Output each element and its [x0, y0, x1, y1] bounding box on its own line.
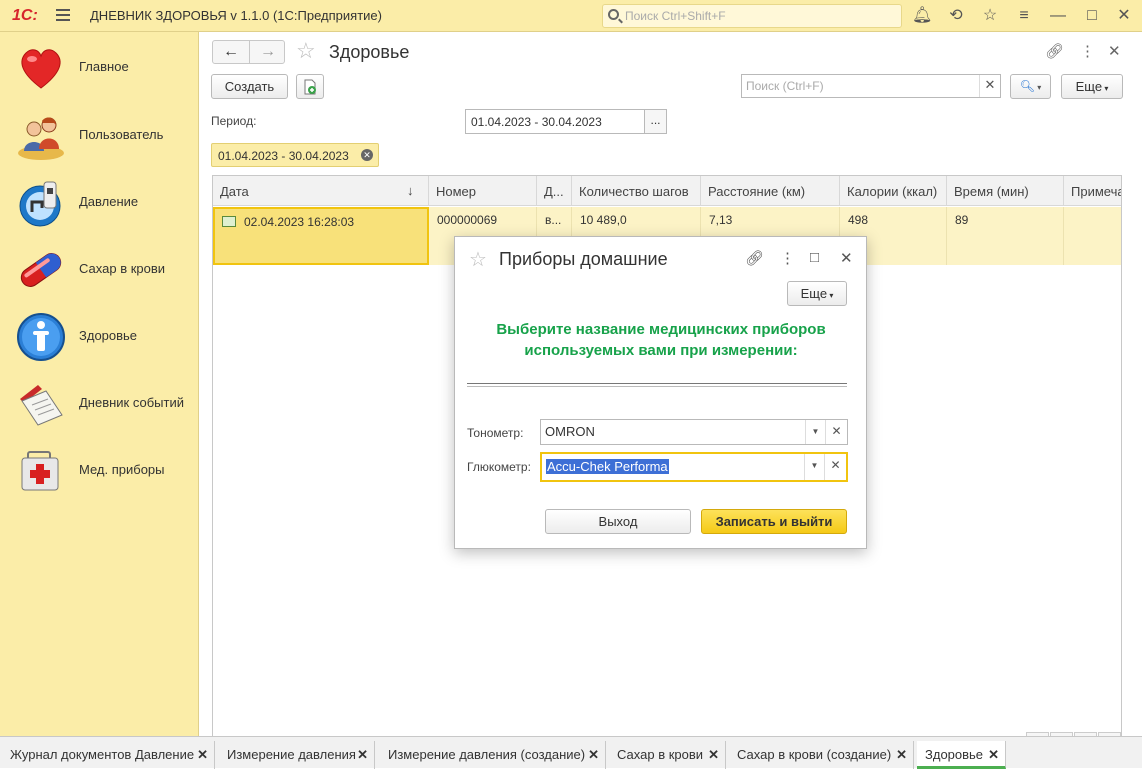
bell-icon[interactable]: 🔔︎	[912, 6, 932, 26]
main-menu-icon[interactable]	[56, 9, 70, 21]
save-and-exit-button[interactable]: Записать и выйти	[701, 509, 847, 534]
app-logo: 1С:	[12, 7, 38, 24]
title-bar: 1С: ДНЕВНИК ЗДОРОВЬЯ v 1.1.0 (1С:Предпри…	[0, 0, 1142, 32]
clear-search-icon[interactable]: ✕	[979, 75, 1000, 97]
tab-close-icon[interactable]: ✕	[357, 747, 368, 763]
dialog-more-button[interactable]: Еще ▾	[787, 281, 847, 306]
more-button[interactable]: Еще ▾	[1061, 74, 1123, 99]
window-tabs: Журнал документов Давление ✕ Измерение да…	[0, 736, 1142, 769]
tab-pressure-measure-create[interactable]: Измерение давления (создание) ✕	[380, 741, 606, 769]
medkit-icon	[21, 451, 59, 491]
tab-pressure-journal[interactable]: Журнал документов Давление ✕	[2, 741, 215, 769]
dialog-more-vert-icon[interactable]: ⋮	[780, 249, 795, 267]
tab-blood-sugar[interactable]: Сахар в крови ✕	[609, 741, 726, 769]
column-header-d[interactable]: Д...	[537, 176, 572, 206]
pill-icon	[20, 253, 62, 287]
glucometer-field[interactable]: Accu-Chek Performa ▼ ✕	[540, 452, 848, 482]
tonometer-clear-icon[interactable]: ✕	[825, 420, 847, 444]
settings-menu-icon[interactable]: ≡	[1014, 6, 1034, 26]
column-header-note[interactable]: Примеча...	[1064, 176, 1121, 206]
dialog-close-icon[interactable]: ✕	[840, 249, 853, 267]
sidebar-item-event-journal[interactable]: Дневник событий	[0, 371, 199, 431]
tab-close-icon[interactable]: ✕	[197, 747, 208, 763]
tonometer-label: Тонометр:	[467, 426, 524, 440]
tab-pressure-measure[interactable]: Измерение давления ✕	[219, 741, 375, 769]
create-button[interactable]: Создать	[211, 74, 288, 99]
devices-dialog: ☆ Приборы домашние 🔗︎ ⋮ □ ✕ Еще ▾ Выбери…	[454, 236, 867, 549]
column-header-time[interactable]: Время (мин)	[947, 176, 1064, 206]
tonometer-field[interactable]: OMRON ▼ ✕	[540, 419, 848, 445]
link-icon[interactable]: 🔗︎	[1045, 42, 1064, 60]
period-filter-chip[interactable]: 01.04.2023 - 30.04.2023 ✕	[211, 143, 379, 167]
search-icon: 🔍︎	[1019, 79, 1035, 93]
period-input[interactable]: 01.04.2023 - 30.04.2023	[465, 109, 645, 134]
tab-close-icon[interactable]: ✕	[588, 747, 599, 763]
close-window-icon[interactable]: ✕	[1114, 6, 1134, 26]
search-options-button[interactable]: 🔍︎ ▾	[1010, 74, 1051, 99]
period-select-button[interactable]: ...	[644, 109, 667, 134]
sidebar-item-pressure[interactable]: Давление	[0, 170, 199, 230]
dialog-favorite-star-icon[interactable]: ☆	[469, 247, 487, 272]
glucometer-clear-icon[interactable]: ✕	[824, 454, 846, 480]
sidebar-item-health[interactable]: Здоровье	[0, 304, 199, 364]
journal-icon	[20, 385, 63, 426]
table-search-input[interactable]: Поиск (Ctrl+F) ✕	[741, 74, 1001, 98]
dialog-message: Выберите название медицинских приборов и…	[496, 321, 826, 359]
nav-buttons: ← →	[212, 40, 285, 64]
search-icon	[608, 9, 619, 20]
sidebar-item-med-devices[interactable]: Мед. приборы	[0, 438, 199, 498]
forward-arrow-icon[interactable]: →	[250, 43, 286, 61]
tonometer-icon	[19, 181, 61, 227]
favorites-star-icon[interactable]: ☆	[980, 6, 1000, 26]
tab-close-icon[interactable]: ✕	[896, 747, 907, 763]
remove-filter-icon[interactable]: ✕	[361, 149, 373, 161]
document-posted-icon	[222, 216, 236, 227]
favorite-star-icon[interactable]: ☆	[296, 38, 316, 64]
dialog-maximize-icon[interactable]: □	[810, 249, 819, 266]
period-label: Период:	[211, 114, 257, 128]
sidebar-item-user[interactable]: Пользователь	[0, 103, 199, 163]
column-header-date[interactable]: Дата ↓	[213, 176, 429, 206]
history-icon[interactable]: ⟲	[946, 6, 966, 26]
dialog-title: Приборы домашние	[499, 249, 668, 269]
tab-close-icon[interactable]: ✕	[708, 747, 719, 763]
sidebar-item-main[interactable]: Главное	[0, 35, 199, 95]
copy-doc-button[interactable]	[296, 74, 324, 99]
column-header-distance[interactable]: Расстояние (км)	[701, 176, 840, 206]
table-cell-time[interactable]: 89	[947, 207, 1064, 265]
dialog-link-icon[interactable]: 🔗︎	[745, 249, 764, 267]
person-icon	[17, 313, 65, 361]
sidebar: Главное Пользователь Давление Сахар в кр…	[0, 32, 199, 736]
tab-close-icon[interactable]: ✕	[988, 747, 999, 763]
back-arrow-icon[interactable]: ←	[213, 43, 249, 61]
sort-desc-icon: ↓	[407, 183, 414, 198]
table-cell-note[interactable]	[1064, 207, 1121, 265]
column-header-number[interactable]: Номер	[429, 176, 537, 206]
tonometer-dropdown-icon[interactable]: ▼	[805, 420, 825, 444]
new-doc-icon	[304, 79, 316, 95]
users-icon	[18, 117, 64, 160]
tab-health[interactable]: Здоровье ✕	[917, 741, 1006, 769]
heart-icon	[21, 49, 61, 89]
page-title: Здоровье	[329, 42, 410, 62]
global-search-input[interactable]: Поиск Ctrl+Shift+F	[602, 4, 902, 28]
table-cell-date[interactable]: 02.04.2023 16:28:03	[213, 207, 429, 265]
column-header-calories[interactable]: Калории (ккал)	[840, 176, 947, 206]
glucometer-label: Глюкометр:	[467, 460, 531, 474]
minimize-window-icon[interactable]: —	[1048, 6, 1068, 26]
exit-button[interactable]: Выход	[545, 509, 691, 534]
more-vert-icon[interactable]: ⋮	[1080, 42, 1095, 60]
column-header-steps[interactable]: Количество шагов	[572, 176, 701, 206]
app-title: ДНЕВНИК ЗДОРОВЬЯ v 1.1.0 (1С:Предприятие…	[90, 8, 382, 23]
sidebar-item-blood-sugar[interactable]: Сахар в крови	[0, 237, 199, 297]
close-form-icon[interactable]: ✕	[1108, 42, 1121, 60]
tab-blood-sugar-create[interactable]: Сахар в крови (создание) ✕	[729, 741, 914, 769]
maximize-window-icon[interactable]: □	[1082, 6, 1102, 26]
glucometer-dropdown-icon[interactable]: ▼	[804, 454, 824, 480]
dialog-divider	[467, 383, 847, 387]
